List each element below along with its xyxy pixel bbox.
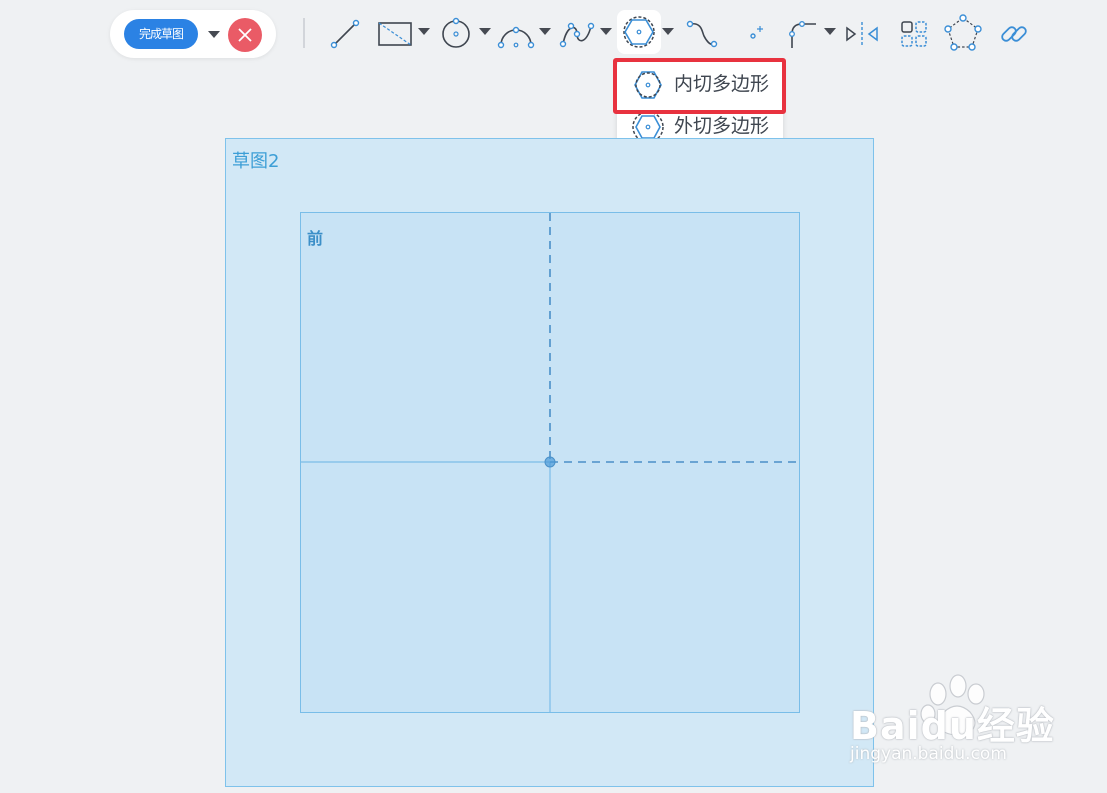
- origin-point[interactable]: [544, 456, 556, 468]
- watermark-url: jingyan.baidu.com: [850, 744, 1007, 764]
- watermark-brand: Baidu经验: [850, 704, 1055, 748]
